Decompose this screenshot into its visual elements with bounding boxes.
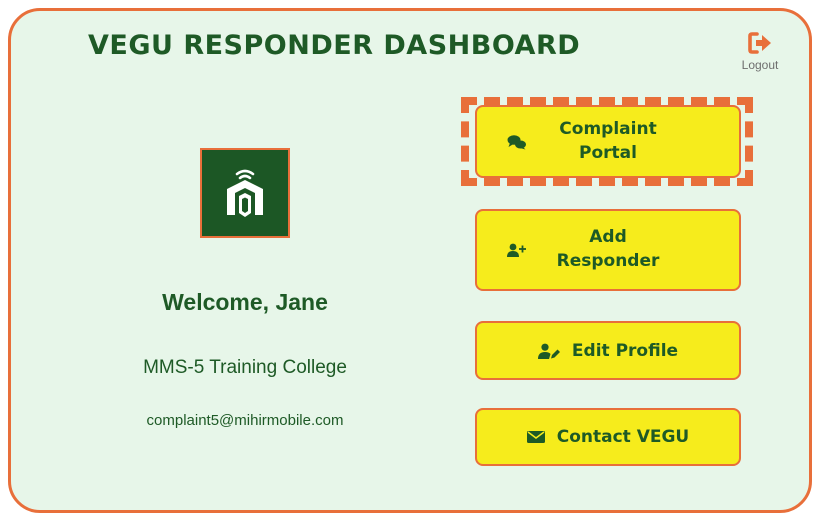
add-responder-button[interactable]: Add Responder — [475, 209, 741, 291]
add-responder-label-line1: Add — [589, 227, 627, 248]
user-edit-icon — [537, 343, 560, 359]
add-responder-label-line2: Responder — [556, 251, 660, 271]
welcome-heading: Welcome, Jane — [162, 289, 328, 315]
vegu-logo — [200, 148, 290, 238]
organization-name: MMS-5 Training College — [143, 357, 347, 378]
edit-profile-label: Edit Profile — [571, 340, 679, 361]
logout-label: Logout — [741, 58, 779, 72]
sign-out-icon — [748, 32, 771, 54]
user-plus-icon — [507, 243, 527, 257]
page-title: VEGU RESPONDER DASHBOARD — [88, 30, 581, 61]
comments-icon — [507, 134, 527, 150]
logout-button[interactable]: Logout — [728, 32, 792, 72]
user-email: complaint5@mihirmobile.com — [146, 412, 344, 429]
envelope-icon — [526, 430, 545, 444]
contact-vegu-button[interactable]: Contact VEGU — [475, 408, 741, 466]
logo-icon — [227, 169, 263, 217]
complaint-portal-button[interactable]: Complaint Portal — [475, 105, 741, 178]
complaint-portal-label-line1: Complaint — [559, 118, 657, 139]
contact-vegu-label: Contact VEGU — [556, 427, 690, 447]
complaint-portal-label-line2: Portal — [579, 142, 637, 163]
edit-profile-button[interactable]: Edit Profile — [475, 321, 741, 380]
